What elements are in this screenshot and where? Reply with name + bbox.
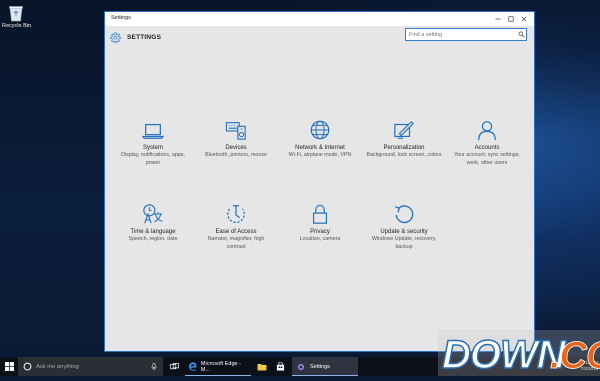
clock-language-icon xyxy=(143,204,163,224)
tile-network[interactable]: Network & Internet Wi-Fi, airplane mode,… xyxy=(282,119,358,160)
close-icon xyxy=(521,16,526,22)
tile-desc: Location, camera xyxy=(299,236,341,242)
close-button[interactable] xyxy=(517,14,530,24)
svg-text:.CC: .CC xyxy=(550,335,600,376)
folder-icon xyxy=(257,363,267,370)
maximize-icon xyxy=(508,16,514,22)
cortana-placeholder: Ask me anything xyxy=(36,363,79,370)
tile-accounts[interactable]: Accounts Your account, sync settings, wo… xyxy=(449,119,525,167)
tile-desc: Your account, sync settings, work, other… xyxy=(454,152,520,166)
tile-name: Devices xyxy=(225,145,247,151)
tile-desc: Speech, region, date xyxy=(128,236,178,242)
paint-icon xyxy=(394,120,414,139)
tile-name: Accounts xyxy=(474,145,500,151)
task-view-button[interactable] xyxy=(166,357,182,376)
task-view-icon xyxy=(169,362,179,369)
tile-desc: Windows Update, recovery, backup xyxy=(371,236,437,250)
refresh-icon xyxy=(395,205,414,224)
taskbar-app-edge[interactable]: Microsoft Edge - M... xyxy=(185,357,251,376)
microphone-icon[interactable] xyxy=(151,362,157,371)
tile-time-language[interactable]: Time & language Speech, region, date xyxy=(115,203,191,244)
page-title: SETTINGS xyxy=(127,33,162,41)
tile-desc: Background, lock screen, colors xyxy=(366,152,442,158)
globe-icon xyxy=(310,120,330,140)
svg-text:DOWN: DOWN xyxy=(442,333,567,376)
tile-name: Network & Internet xyxy=(295,145,345,151)
tile-update-security[interactable]: Update & security Windows Update, recove… xyxy=(366,203,442,251)
taskbar-app-label: Settings xyxy=(310,363,330,370)
recycle-bin-label: Recycle Bin xyxy=(2,23,32,29)
lock-icon xyxy=(312,204,328,224)
tile-ease-of-access[interactable]: Ease of Access Narrator, magnifier, high… xyxy=(198,203,274,251)
cortana-search-box[interactable]: Ask me anything xyxy=(18,357,163,376)
file-explorer-button[interactable] xyxy=(254,357,270,376)
search-icon[interactable] xyxy=(516,30,526,40)
recycle-bin-icon xyxy=(9,6,23,22)
tile-desc: Display, notifications, apps, power xyxy=(121,152,185,166)
laptop-icon xyxy=(142,123,164,139)
tile-desc: Wi-Fi, airplane mode, VPN xyxy=(288,152,352,158)
recycle-bin[interactable]: Recycle Bin xyxy=(2,4,32,29)
person-icon xyxy=(478,121,496,141)
ease-icon xyxy=(227,205,245,223)
window-title: Settings xyxy=(111,15,131,21)
watermark-logo: DOWN .CC xyxy=(438,326,600,378)
tile-personalization[interactable]: Personalization Background, lock screen,… xyxy=(366,119,442,160)
start-button[interactable] xyxy=(0,357,18,376)
find-setting-search[interactable] xyxy=(405,28,527,41)
tile-name: System xyxy=(142,145,163,151)
maximize-button[interactable] xyxy=(504,14,517,24)
settings-header: SETTINGS xyxy=(110,30,161,44)
taskbar-app-label: Microsoft Edge - M... xyxy=(200,360,241,373)
keyboard-speaker-icon xyxy=(225,122,246,140)
minimize-button[interactable] xyxy=(491,14,504,24)
title-bar[interactable]: Settings xyxy=(105,12,534,26)
tile-name: Update & security xyxy=(380,229,428,235)
tile-name: Privacy xyxy=(310,229,330,235)
tile-name: Personalization xyxy=(383,145,425,151)
settings-window: Settings SETTINGS System xyxy=(104,11,535,352)
settings-gear-icon xyxy=(298,363,304,370)
search-input[interactable] xyxy=(406,29,517,40)
edge-icon xyxy=(189,362,197,371)
tile-privacy[interactable]: Privacy Location, camera xyxy=(282,203,358,244)
minimize-icon xyxy=(495,18,500,20)
tile-devices[interactable]: Devices Bluetooth, printers, mouse xyxy=(198,119,274,160)
tile-desc: Bluetooth, printers, mouse xyxy=(205,152,267,158)
windows-logo-icon xyxy=(4,362,14,371)
tile-name: Time & language xyxy=(130,229,176,235)
store-button[interactable] xyxy=(272,357,288,376)
cortana-icon xyxy=(23,362,32,371)
taskbar-app-settings[interactable]: Settings xyxy=(292,357,358,376)
gear-icon xyxy=(110,32,121,43)
tile-system[interactable]: System Display, notifications, apps, pow… xyxy=(115,119,191,167)
tile-name: Ease of Access xyxy=(215,229,257,235)
store-icon xyxy=(276,362,284,371)
tile-desc: Narrator, magnifier, high contrast xyxy=(207,236,265,250)
down-cc-logo: DOWN .CC xyxy=(438,330,600,378)
